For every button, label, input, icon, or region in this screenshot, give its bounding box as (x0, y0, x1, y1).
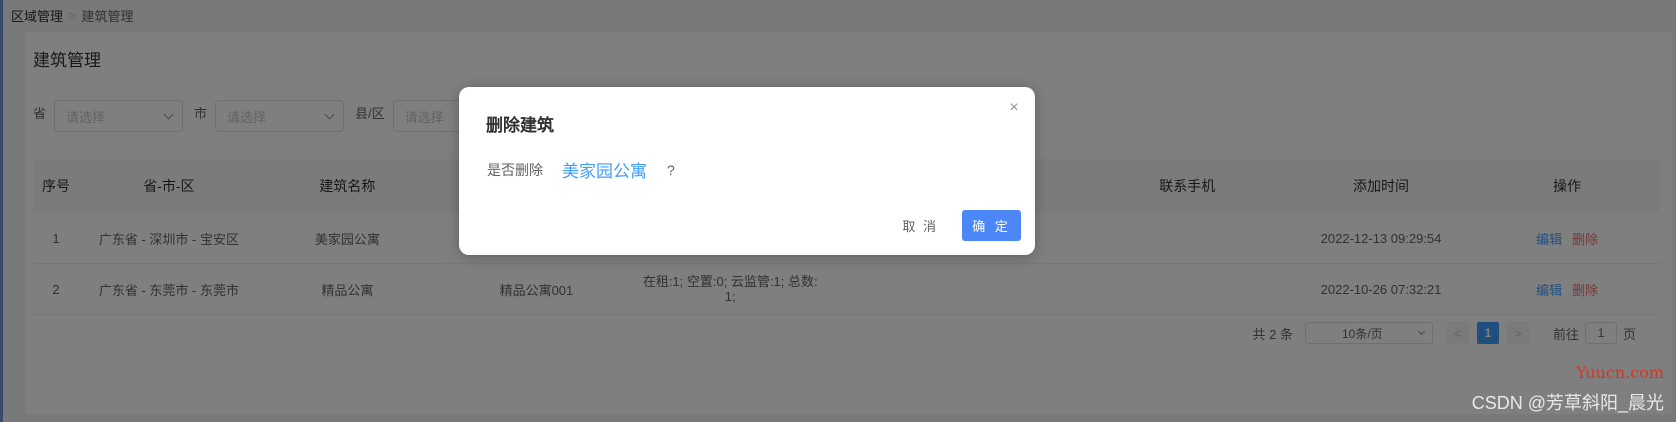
dialog-question-mark: ? (667, 161, 675, 178)
dialog-target-name: 美家园公寓 (562, 162, 647, 181)
watermark-site: Yuucn.com (1576, 363, 1664, 382)
watermark-author: CSDN @芳草斜阳_晨光 (1471, 393, 1664, 413)
dialog-body: 是否删除 美家园公寓 ? (487, 157, 675, 182)
close-icon[interactable]: × (1007, 100, 1021, 116)
dialog-footer: 取 消 确 定 (902, 210, 1021, 241)
dialog-prompt: 是否删除 (487, 161, 543, 178)
cancel-button[interactable]: 取 消 (902, 216, 938, 235)
delete-dialog: 删除建筑 × 是否删除 美家园公寓 ? 取 消 确 定 (459, 87, 1035, 255)
confirm-button[interactable]: 确 定 (962, 210, 1021, 241)
dialog-title: 删除建筑 (486, 116, 554, 135)
